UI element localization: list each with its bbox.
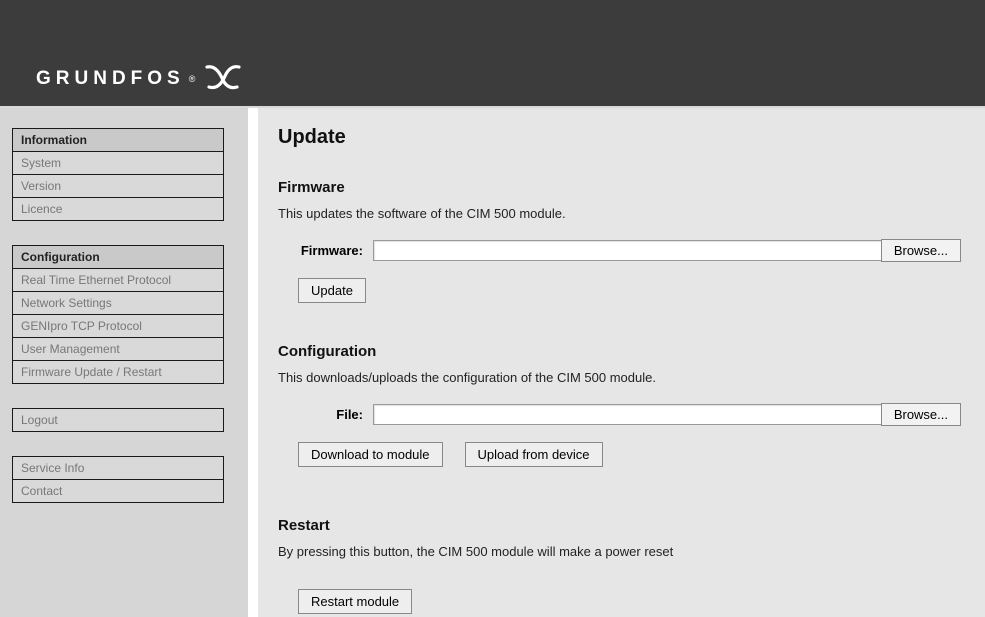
nav-group-footer: Service Info Contact — [12, 456, 224, 503]
firmware-buttons: Update — [298, 278, 961, 303]
header-divider — [0, 106, 985, 108]
download-button[interactable]: Download to module — [298, 442, 443, 467]
nav-group-title: Configuration — [13, 246, 223, 269]
restart-buttons: Restart module — [298, 589, 961, 614]
brand-icon — [205, 62, 241, 95]
sidebar: Information System Version Licence Confi… — [0, 108, 248, 617]
header: GRUNDFOS ® — [0, 0, 985, 108]
firmware-desc: This updates the software of the CIM 500… — [278, 206, 961, 221]
sidebar-item-logout[interactable]: Logout — [13, 409, 223, 431]
file-browse-button[interactable]: Browse... — [881, 403, 961, 426]
firmware-heading: Firmware — [278, 179, 961, 196]
registered-mark: ® — [189, 74, 196, 84]
config-buttons: Download to module Upload from device — [298, 442, 961, 467]
file-label: File: — [278, 407, 373, 422]
sidebar-item-genipro[interactable]: GENIpro TCP Protocol — [13, 315, 223, 338]
firmware-field-row: Firmware: Browse... — [278, 239, 961, 262]
firmware-browse-button[interactable]: Browse... — [881, 239, 961, 262]
spacer — [278, 467, 961, 517]
page-title: Update — [278, 126, 961, 149]
file-input[interactable] — [373, 404, 882, 425]
config-heading: Configuration — [278, 343, 961, 360]
restart-heading: Restart — [278, 517, 961, 534]
firmware-input[interactable] — [373, 240, 882, 261]
sidebar-item-version[interactable]: Version — [13, 175, 223, 198]
upload-button[interactable]: Upload from device — [465, 442, 603, 467]
brand-logo: GRUNDFOS ® — [36, 62, 241, 95]
sidebar-item-user-mgmt[interactable]: User Management — [13, 338, 223, 361]
nav-group-logout: Logout — [12, 408, 224, 432]
sidebar-item-service-info[interactable]: Service Info — [13, 457, 223, 480]
config-desc: This downloads/uploads the configuration… — [278, 370, 961, 385]
main-content: Update Firmware This updates the softwar… — [248, 108, 985, 617]
sidebar-item-network[interactable]: Network Settings — [13, 292, 223, 315]
sidebar-item-contact[interactable]: Contact — [13, 480, 223, 502]
brand-name: GRUNDFOS — [36, 68, 185, 90]
file-field-row: File: Browse... — [278, 403, 961, 426]
sidebar-item-firmware[interactable]: Firmware Update / Restart — [13, 361, 223, 383]
nav-group-information: Information System Version Licence — [12, 128, 224, 221]
update-button[interactable]: Update — [298, 278, 366, 303]
body: Information System Version Licence Confi… — [0, 108, 985, 617]
sidebar-item-licence[interactable]: Licence — [13, 198, 223, 220]
firmware-label: Firmware: — [278, 243, 373, 258]
restart-button[interactable]: Restart module — [298, 589, 412, 614]
nav-group-configuration: Configuration Real Time Ethernet Protoco… — [12, 245, 224, 384]
nav-group-title: Information — [13, 129, 223, 152]
sidebar-item-rt-ethernet[interactable]: Real Time Ethernet Protocol — [13, 269, 223, 292]
restart-desc: By pressing this button, the CIM 500 mod… — [278, 544, 961, 559]
sidebar-item-system[interactable]: System — [13, 152, 223, 175]
